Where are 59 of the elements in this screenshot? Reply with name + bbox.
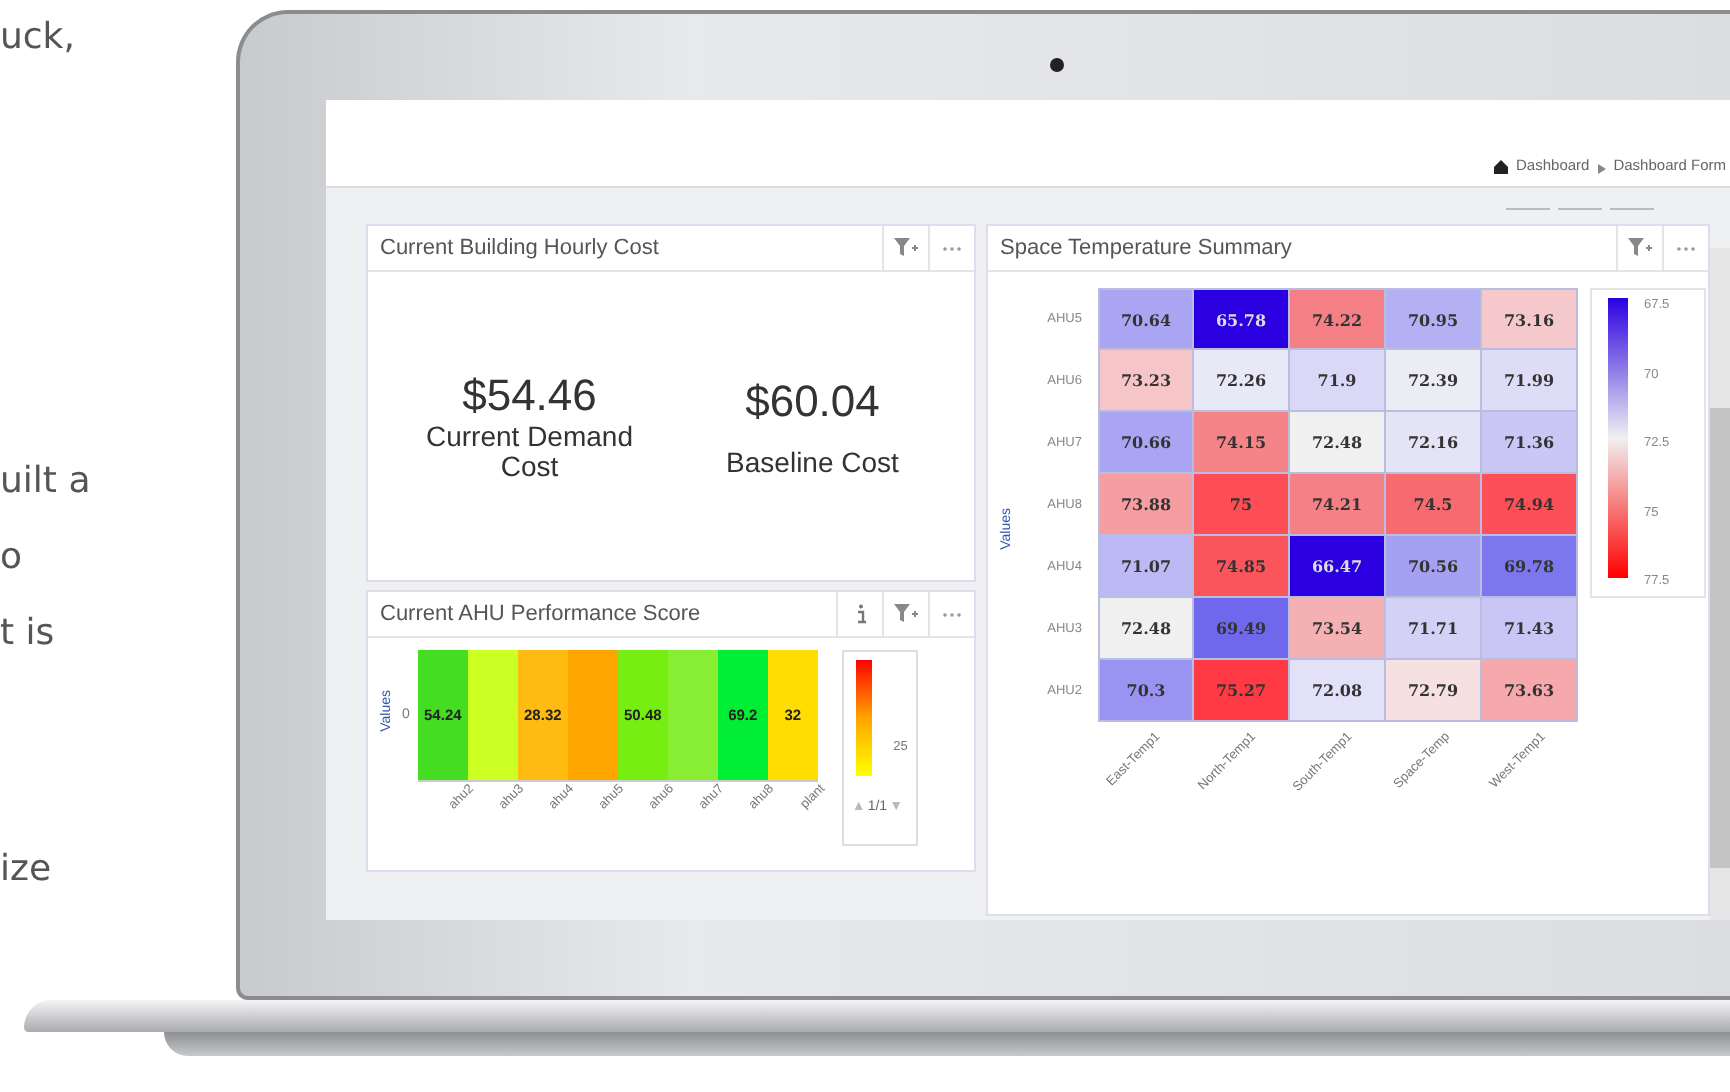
heat-cell: 70.66 bbox=[1098, 412, 1194, 474]
heat-cell: 71.71 bbox=[1386, 598, 1482, 660]
color-scale-bar bbox=[855, 660, 872, 776]
heat-cell: 73.63 bbox=[1482, 660, 1578, 722]
camera-icon bbox=[1050, 58, 1064, 72]
heat-cell: 72.16 bbox=[1386, 412, 1482, 474]
heat-cell: 71.07 bbox=[1098, 536, 1194, 598]
kpi-value: $60.04 bbox=[745, 375, 880, 427]
heat-cell: 65.78 bbox=[1194, 288, 1290, 350]
heat-cell: 73.54 bbox=[1290, 598, 1386, 660]
panel-title: Current AHU Performance Score bbox=[378, 602, 703, 626]
heat-cell: 75 bbox=[1194, 474, 1290, 536]
heat-cell: 71.99 bbox=[1482, 350, 1578, 412]
heat-cell: 74.21 bbox=[1290, 474, 1386, 536]
filter-icon[interactable] bbox=[894, 604, 918, 624]
heat-cell: 70.64 bbox=[1098, 288, 1194, 350]
heat-cell: 70.95 bbox=[1386, 288, 1482, 350]
heat-cell: 74.85 bbox=[1194, 536, 1290, 598]
heat-cell: 72.79 bbox=[1386, 660, 1482, 722]
heat-cell: 72.08 bbox=[1290, 660, 1386, 722]
scrollbar[interactable] bbox=[1710, 248, 1730, 920]
paragraph-fragment: uck, bbox=[0, 16, 75, 60]
heat-cell: 72.48 bbox=[1290, 412, 1386, 474]
more-icon[interactable] bbox=[1676, 245, 1696, 251]
panel-title: Space Temperature Summary bbox=[998, 236, 1294, 260]
filter-icon[interactable] bbox=[894, 238, 918, 258]
heat-cell: 74.15 bbox=[1194, 412, 1290, 474]
paragraph-fragment: ize bbox=[0, 848, 52, 892]
home-icon[interactable] bbox=[1494, 160, 1509, 174]
heat-cell: 72.48 bbox=[1098, 598, 1194, 660]
heat-cell: 72.26 bbox=[1194, 350, 1290, 412]
heat-cell: 74.94 bbox=[1482, 474, 1578, 536]
heat-cell: 72.39 bbox=[1386, 350, 1482, 412]
more-icon[interactable] bbox=[942, 611, 962, 617]
info-icon[interactable] bbox=[855, 604, 865, 624]
paragraph-fragment: uilt a bbox=[0, 460, 91, 504]
heat-cell: 71.36 bbox=[1482, 412, 1578, 474]
paragraph-fragment: o bbox=[0, 536, 23, 580]
heat-cell: 71.43 bbox=[1482, 598, 1578, 660]
heat-cell: 66.47 bbox=[1290, 536, 1386, 598]
heat-cell: 74.22 bbox=[1290, 288, 1386, 350]
heat-cell: 74.5 bbox=[1386, 474, 1482, 536]
heat-cell: 73.88 bbox=[1098, 474, 1194, 536]
more-icon[interactable] bbox=[942, 245, 962, 251]
heat-cell: 73.16 bbox=[1482, 288, 1578, 350]
heat-cell: 69.78 bbox=[1482, 536, 1578, 598]
heat-cell: 70.3 bbox=[1098, 660, 1194, 722]
heat-cell: 70.56 bbox=[1386, 536, 1482, 598]
kpi-value: $54.46 bbox=[462, 370, 597, 422]
kpi-label: Current Demand Cost bbox=[424, 422, 635, 482]
paragraph-fragment: t is bbox=[0, 612, 55, 656]
filter-icon[interactable] bbox=[1628, 238, 1652, 258]
heat-cell: 69.49 bbox=[1194, 598, 1290, 660]
panel-title: Current Building Hourly Cost bbox=[378, 236, 661, 260]
chevron-icon bbox=[1597, 164, 1606, 174]
kpi-label: Baseline Cost bbox=[726, 447, 899, 477]
heat-cell: 71.9 bbox=[1290, 350, 1386, 412]
heat-cell: 73.23 bbox=[1098, 350, 1194, 412]
heat-cell: 75.27 bbox=[1194, 660, 1290, 722]
